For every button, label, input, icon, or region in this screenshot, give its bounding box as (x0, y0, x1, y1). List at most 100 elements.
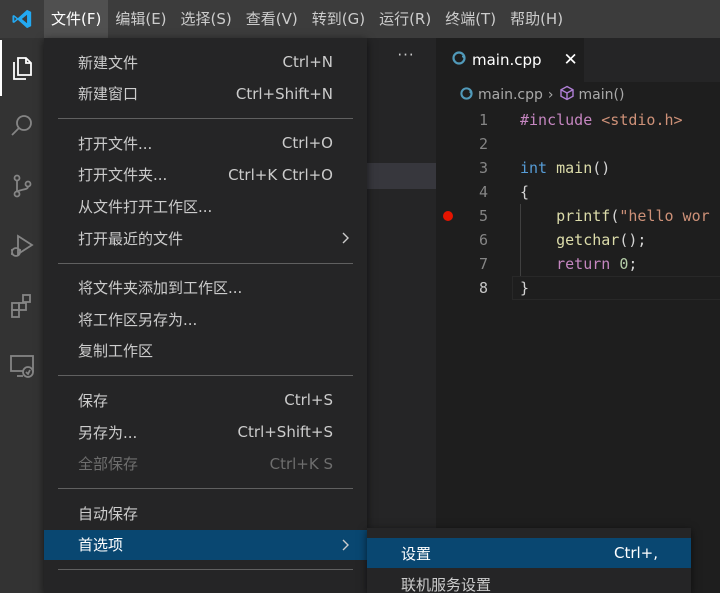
file-menu-item[interactable]: 复制工作区 (44, 336, 367, 366)
tab-bar: main.cpp ✕ (436, 38, 720, 82)
file-menu-item[interactable]: 将工作区另存为... (44, 304, 367, 334)
code-line[interactable]: 4{ (436, 180, 720, 204)
line-number: 7 (478, 255, 488, 273)
code-token: int (520, 159, 557, 177)
code-token: <stdio.h> (601, 111, 683, 129)
menu-item-7[interactable]: 帮助(H) (503, 0, 570, 38)
menu-item-4[interactable]: 转到(G) (305, 0, 372, 38)
remote-explorer-icon[interactable] (0, 338, 44, 394)
menu-item-5[interactable]: 运行(R) (372, 0, 438, 38)
breadcrumb-file[interactable]: main.cpp (478, 87, 543, 103)
code-text: printf("hello wor (520, 204, 710, 228)
menu-separator (58, 488, 353, 490)
submenu-item-shortcut: Ctrl+, (613, 544, 658, 562)
menu-separator (58, 262, 353, 264)
code-line[interactable]: 7 return 0; (436, 252, 720, 276)
menu-item-shortcut: Ctrl+Shift+S (237, 423, 333, 441)
menu-item-0[interactable]: 文件(F) (44, 0, 109, 38)
sidebar-more-actions-icon[interactable]: ··· (390, 46, 422, 70)
menu-separator (58, 375, 353, 377)
submenu-item-label: 联机服务设置 (401, 575, 492, 593)
tab-main-cpp[interactable]: main.cpp ✕ (436, 38, 584, 82)
file-menu-item[interactable]: 将文件夹添加到工作区... (44, 273, 367, 303)
search-icon[interactable] (0, 98, 44, 154)
file-menu-item[interactable]: 新建文件 Ctrl+N (44, 47, 367, 77)
menu-item-6[interactable]: 终端(T) (438, 0, 503, 38)
code-area[interactable]: 1 #include <stdio.h> 2 3 int main() 4{5 print… (436, 108, 720, 300)
method-symbol-icon (559, 85, 575, 105)
code-line[interactable]: 1 #include <stdio.h> (436, 108, 720, 132)
file-menu-item[interactable]: 从文件打开工作区... (44, 191, 367, 221)
menu-item-label: 将文件夹添加到工作区... (78, 279, 243, 298)
menu-item-3[interactable]: 查看(V) (239, 0, 305, 38)
menu-item-label: 复制工作区 (78, 342, 154, 361)
code-token: ; (628, 255, 638, 273)
preferences-submenu: 设置 Ctrl+, 联机服务设置 (367, 528, 691, 593)
file-menu-item[interactable]: 另存为... Ctrl+Shift+S (44, 417, 367, 447)
cpp-file-icon (460, 86, 473, 104)
menu-item-shortcut: Ctrl+K Ctrl+O (228, 165, 333, 184)
file-menu-item[interactable]: 保存 Ctrl+S (44, 385, 367, 415)
menu-item-label: 另存为... (78, 423, 138, 442)
file-menu-item[interactable]: 打开最近的文件 (44, 223, 367, 253)
file-menu-item[interactable]: 首选项 (44, 529, 367, 560)
breadcrumb-symbol[interactable]: main() (579, 87, 625, 103)
breakpoint-icon[interactable] (443, 211, 453, 221)
line-number: 3 (478, 159, 488, 177)
code-token: () (592, 159, 611, 177)
submenu-item[interactable]: 设置 Ctrl+, (367, 538, 691, 568)
source-control-icon[interactable] (0, 158, 44, 214)
menu-separator (58, 569, 353, 571)
menu-item-label: 全部保存 (78, 455, 139, 474)
menu-item-shortcut: Ctrl+N (282, 53, 333, 71)
file-menu-item[interactable]: 自动保存 (44, 498, 367, 528)
extensions-icon[interactable] (0, 278, 44, 334)
menu-bar: 文件(F) 编辑(E) 选择(S) 查看(V) 转到(G) 运行(R) 终端(T) 帮助(H) (0, 0, 720, 38)
menu-item-2[interactable]: 选择(S) (174, 0, 239, 38)
code-token: "hello wor (619, 207, 710, 225)
code-line[interactable]: 6 getchar(); (436, 228, 720, 252)
tab-label: main.cpp (472, 51, 542, 69)
code-token: (); (619, 231, 647, 249)
menu-separator (58, 118, 353, 120)
activity-bar (0, 38, 44, 593)
line-number: 6 (478, 231, 488, 249)
code-line[interactable]: 2 (436, 132, 720, 156)
menu-item-label: 新建窗口 (78, 85, 139, 104)
sidebar-selected-row[interactable] (367, 163, 436, 189)
code-token: ( (610, 207, 620, 225)
menu-item-label: 打开文件... (78, 134, 153, 153)
chevron-right-icon (337, 537, 353, 553)
code-text: return 0; (520, 252, 637, 276)
menu-item-label: 将工作区另存为... (78, 310, 198, 329)
breadcrumb: main.cpp › main() (460, 84, 624, 106)
vscode-logo-icon (0, 0, 44, 38)
editor: main.cpp ✕ main.cpp › main() 1 #include <… (436, 38, 720, 593)
file-menu: 新建文件 Ctrl+N 新建窗口 Ctrl+Shift+N 打开文件... Ctrl+O 打… (44, 38, 367, 593)
menu-item-1[interactable]: 编辑(E) (108, 0, 173, 38)
menu-item-label: 自动保存 (78, 504, 139, 523)
explorer-icon[interactable] (0, 40, 44, 96)
code-line[interactable]: 3 int main() (436, 156, 720, 180)
file-menu-item[interactable]: 打开文件夹... Ctrl+K Ctrl+O (44, 160, 367, 190)
run-debug-icon[interactable] (0, 218, 44, 274)
menu-item-label: 新建文件 (78, 53, 139, 72)
close-icon[interactable]: ✕ (564, 50, 578, 70)
file-menu-item[interactable]: 打开文件... Ctrl+O (44, 128, 367, 158)
menu-item-shortcut: Ctrl+O (281, 134, 333, 153)
code-token: #include (520, 111, 602, 129)
menu-item-shortcut: Ctrl+K S (269, 454, 333, 473)
chevron-right-icon (337, 230, 353, 246)
chevron-right-icon: › (547, 87, 554, 103)
submenu-item[interactable]: 联机服务设置 (367, 569, 691, 593)
line-number: 5 (478, 207, 488, 225)
code-text: int main() (520, 156, 610, 180)
code-line[interactable]: 8} (436, 276, 720, 300)
menu-item-label: 打开最近的文件 (78, 229, 184, 248)
file-menu-item[interactable]: 新建窗口 Ctrl+Shift+N (44, 79, 367, 109)
code-line[interactable]: 5 printf("hello wor (436, 204, 720, 228)
code-token: getchar (556, 231, 620, 249)
menu-item-label: 打开文件夹... (78, 166, 168, 185)
